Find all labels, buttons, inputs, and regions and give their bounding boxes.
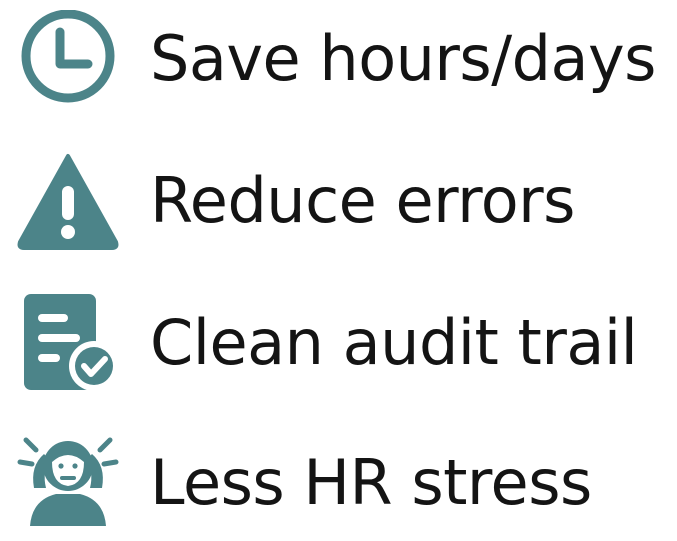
benefit-label: Reduce errors: [150, 164, 575, 237]
document-check-icon: [16, 290, 120, 394]
benefit-label: Save hours/days: [150, 22, 656, 95]
warning-icon: [16, 150, 120, 254]
benefit-item-audit-trail: Clean audit trail: [0, 260, 677, 391]
benefit-label: Less HR stress: [150, 446, 592, 519]
benefit-item-save-time: Save hours/days: [0, 0, 677, 120]
benefit-label: Clean audit trail: [150, 306, 638, 379]
benefit-item-less-stress: Less HR stress: [0, 400, 677, 526]
stressed-person-icon: [16, 422, 120, 526]
clock-icon: [16, 10, 120, 114]
benefit-item-reduce-errors: Reduce errors: [0, 130, 677, 250]
